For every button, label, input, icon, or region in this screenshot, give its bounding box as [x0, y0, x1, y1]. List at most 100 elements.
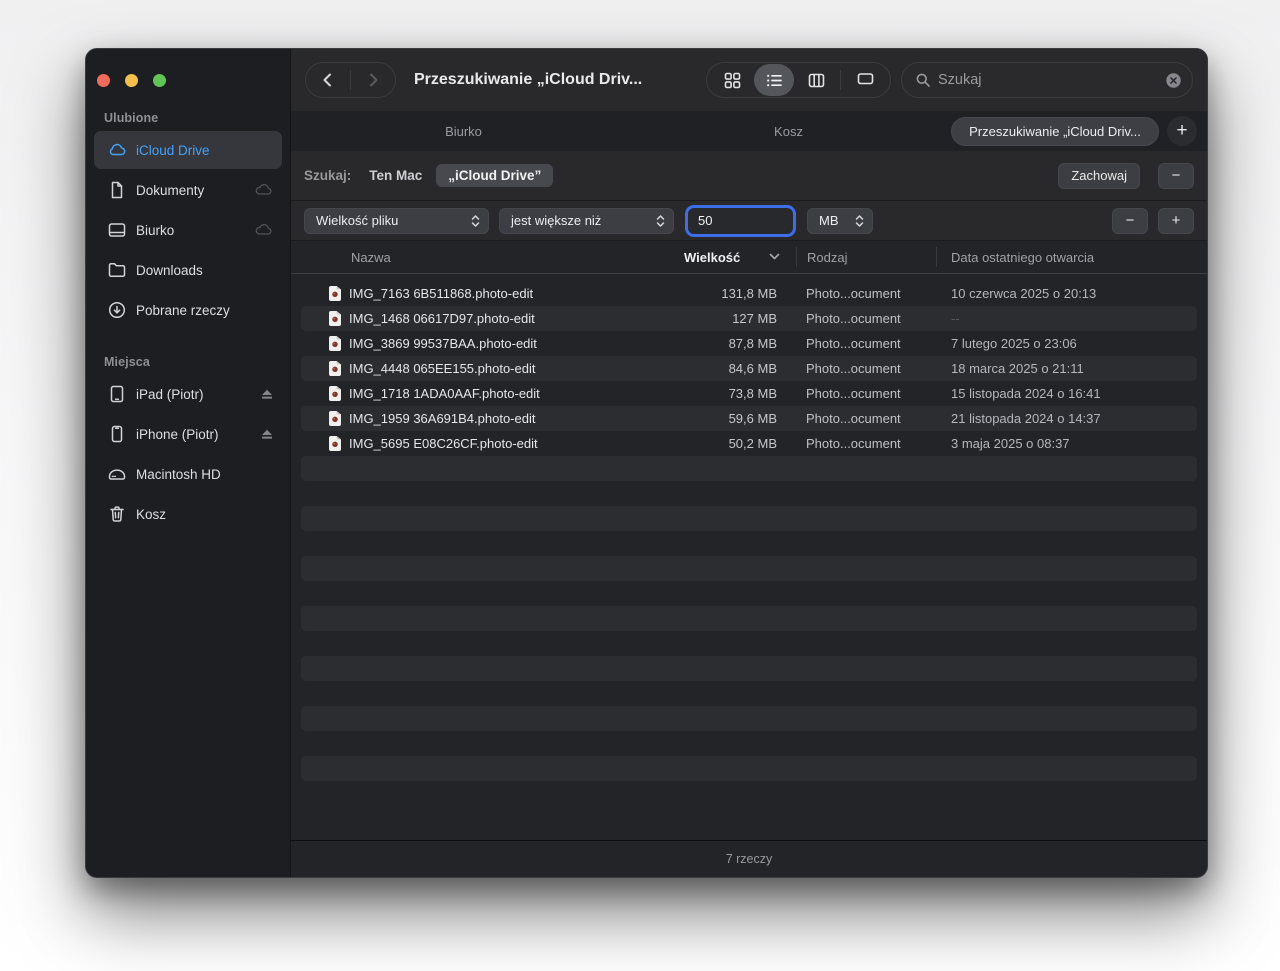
save-search-button[interactable]: Zachowaj [1058, 163, 1140, 189]
table-row[interactable]: IMG_4448 065EE155.photo-edit 84,6 MB Pho… [301, 356, 1197, 381]
sidebar-item-trash[interactable]: Kosz [94, 495, 282, 533]
column-header-name[interactable]: Nazwa [351, 241, 391, 273]
table-row[interactable]: IMG_1468 06617D97.photo-edit 127 MB Phot… [301, 306, 1197, 331]
table-header: Nazwa Wielkość Rodzaj Data ostatniego ot… [291, 241, 1207, 274]
scope-option-icloud-drive[interactable]: „iCloud Drive” [436, 164, 553, 187]
file-name: IMG_1718 1ADA0AAF.photo-edit [349, 381, 540, 406]
photo-edit-file-icon [328, 335, 342, 352]
forward-button[interactable] [351, 63, 395, 97]
view-switcher [706, 62, 891, 98]
column-view-button[interactable] [796, 64, 836, 96]
tab-kosz[interactable]: Kosz [626, 124, 951, 139]
table-row[interactable]: IMG_1959 36A691B4.photo-edit 59,6 MB Pho… [301, 406, 1197, 431]
column-header-size[interactable]: Wielkość [684, 241, 740, 273]
harddrive-icon [107, 464, 127, 484]
close-window-button[interactable] [97, 74, 110, 87]
eject-icon[interactable] [260, 427, 274, 441]
table-row[interactable]: IMG_3869 99537BAA.photo-edit 87,8 MB Pho… [301, 331, 1197, 356]
tab-search-icloud[interactable]: Przeszukiwanie „iCloud Driv... [951, 117, 1159, 146]
empty-row [301, 506, 1197, 531]
gallery-view-button[interactable] [845, 64, 885, 96]
table-row[interactable]: IMG_7163 6B511868.photo-edit 131,8 MB Ph… [301, 281, 1197, 306]
scope-option-this-mac[interactable]: Ten Mac [369, 168, 422, 183]
file-name: IMG_3869 99537BAA.photo-edit [349, 331, 537, 356]
icon-view-button[interactable] [712, 64, 752, 96]
sidebar-item-label: iPad (Piotr) [136, 387, 251, 402]
sidebar-item-icloud-drive[interactable]: iCloud Drive [94, 131, 282, 169]
sidebar-item-documents[interactable]: Dokumenty [94, 171, 282, 209]
ipad-icon [107, 384, 127, 404]
search-scope-bar: Szukaj: Ten Mac „iCloud Drive” Zachowaj … [291, 151, 1207, 201]
file-date: 10 czerwca 2025 o 20:13 [951, 281, 1096, 306]
filter-attribute-value: Wielkość pliku [316, 213, 398, 228]
search-input[interactable] [938, 72, 1158, 88]
sidebar-item-downloaded-items[interactable]: Pobrane rzeczy [94, 291, 282, 329]
sidebar-item-desktop[interactable]: Biurko [94, 211, 282, 249]
file-kind: Photo...ocument [806, 381, 901, 406]
add-filter-button[interactable]: + [1158, 208, 1194, 234]
file-size: 50,2 MB [729, 431, 777, 456]
tab-biurko[interactable]: Biurko [301, 124, 626, 139]
gallery-view-icon [856, 71, 875, 90]
new-tab-button[interactable]: + [1167, 116, 1197, 146]
empty-row [301, 581, 1197, 606]
back-button[interactable] [306, 63, 350, 97]
column-header-kind[interactable]: Rodzaj [807, 241, 847, 273]
empty-row [301, 531, 1197, 556]
sidebar-item-label: Biurko [136, 223, 245, 238]
history-nav-group [305, 62, 396, 98]
file-kind: Photo...ocument [806, 431, 901, 456]
filter-unit-value: MB [819, 213, 839, 228]
sidebar-item-iphone[interactable]: iPhone (Piotr) [94, 415, 282, 453]
column-view-icon [807, 71, 826, 90]
sidebar-item-label: Downloads [136, 263, 274, 278]
filter-operator-dropdown[interactable]: jest większe niż [499, 208, 674, 234]
filter-value-input[interactable] [688, 208, 793, 234]
file-kind: Photo...ocument [806, 306, 901, 331]
folder-icon [107, 260, 127, 280]
list-view-button[interactable] [754, 64, 794, 96]
toolbar: Przeszukiwanie „iCloud Driv... [291, 49, 1207, 111]
file-list: IMG_7163 6B511868.photo-edit 131,8 MB Ph… [291, 274, 1207, 840]
filter-operator-value: jest większe niż [511, 213, 601, 228]
eject-icon[interactable] [260, 387, 274, 401]
chevron-right-icon [364, 71, 382, 89]
sidebar-item-label: Pobrane rzeczy [136, 303, 274, 318]
clear-search-icon[interactable] [1165, 72, 1182, 89]
chevron-updown-icon [854, 214, 865, 228]
empty-row [301, 706, 1197, 731]
sidebar: Ulubione iCloud Drive Dokumenty Biurko [86, 49, 291, 877]
filter-unit-dropdown[interactable]: MB [807, 208, 873, 234]
search-field[interactable] [901, 62, 1193, 98]
sidebar-item-downloads[interactable]: Downloads [94, 251, 282, 289]
table-row[interactable]: IMG_5695 E08C26CF.photo-edit 50,2 MB Pho… [301, 431, 1197, 456]
file-kind: Photo...ocument [806, 356, 901, 381]
minimize-window-button[interactable] [125, 74, 138, 87]
window-title: Przeszukiwanie „iCloud Driv... [414, 71, 642, 89]
file-date: -- [951, 306, 960, 331]
icloud-icon [107, 140, 127, 160]
document-icon [107, 180, 127, 200]
empty-row [301, 456, 1197, 481]
main-pane: Przeszukiwanie „iCloud Driv... [291, 49, 1207, 877]
chevron-updown-icon [470, 214, 481, 228]
file-date: 18 marca 2025 o 21:11 [951, 356, 1084, 381]
column-header-date[interactable]: Data ostatniego otwarcia [951, 241, 1094, 273]
download-circle-icon [107, 300, 127, 320]
table-row[interactable]: IMG_1718 1ADA0AAF.photo-edit 73,8 MB Pho… [301, 381, 1197, 406]
file-name: IMG_1959 36A691B4.photo-edit [349, 406, 535, 431]
remove-filter-button[interactable]: − [1112, 208, 1148, 234]
sidebar-item-ipad[interactable]: iPad (Piotr) [94, 375, 282, 413]
file-size: 59,6 MB [729, 406, 777, 431]
file-name: IMG_7163 6B511868.photo-edit [349, 281, 533, 306]
photo-edit-file-icon [328, 360, 342, 377]
empty-row [301, 656, 1197, 681]
sidebar-item-macintosh-hd[interactable]: Macintosh HD [94, 455, 282, 493]
filter-criteria-bar: Wielkość pliku jest większe niż MB − + [291, 201, 1207, 241]
file-size: 73,8 MB [729, 381, 777, 406]
iphone-icon [107, 424, 127, 444]
filter-attribute-dropdown[interactable]: Wielkość pliku [304, 208, 489, 234]
remove-criteria-row-button[interactable]: − [1158, 163, 1194, 189]
zoom-window-button[interactable] [153, 74, 166, 87]
sidebar-item-label: Dokumenty [136, 183, 245, 198]
